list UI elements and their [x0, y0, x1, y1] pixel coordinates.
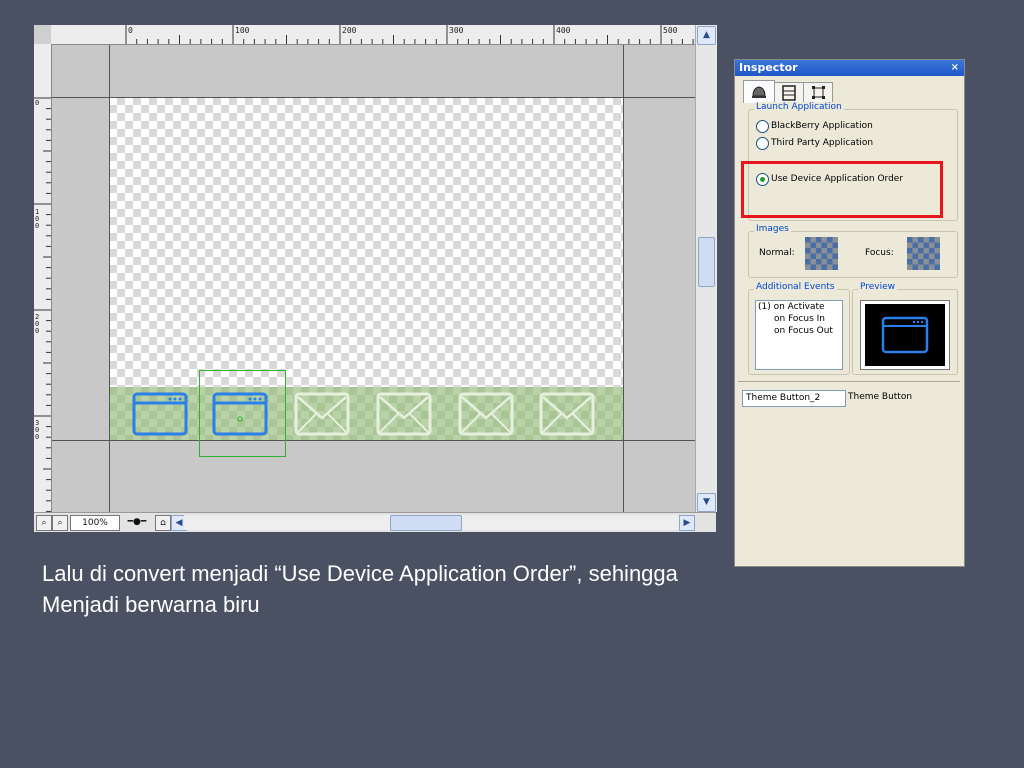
- inspector-title: Inspector: [739, 61, 798, 74]
- close-icon[interactable]: ×: [951, 60, 959, 76]
- selection-box[interactable]: [199, 370, 286, 457]
- focus-image-thumbnail[interactable]: [907, 237, 940, 270]
- highlight-annotation-box: [741, 161, 943, 218]
- list-item[interactable]: on Focus Out: [756, 325, 842, 337]
- radio-button[interactable]: [756, 120, 769, 133]
- normal-image-label: Normal:: [759, 248, 795, 258]
- slider-knob-icon: ━●━: [127, 517, 147, 527]
- chevron-up-icon: ▲: [703, 30, 710, 40]
- zoom-in-button[interactable]: ⌕: [36, 515, 52, 531]
- vertical-scroll-thumb[interactable]: [698, 237, 715, 287]
- focus-image-label: Focus:: [865, 248, 894, 258]
- chevron-down-icon: ▼: [703, 497, 710, 507]
- vertical-ruler: 0 100 200 300: [34, 44, 52, 512]
- normal-image-thumbnail[interactable]: [805, 237, 838, 270]
- transparent-background-area: [109, 97, 623, 387]
- chevron-left-icon: ◀: [175, 518, 183, 528]
- additional-events-legend: Additional Events: [754, 282, 837, 292]
- slide-caption: Lalu di convert menjadi “Use Device Appl…: [42, 558, 802, 620]
- ruler-ticks: [125, 25, 694, 44]
- caption-line-1: Lalu di convert menjadi “Use Device Appl…: [42, 561, 678, 586]
- envelope-icon[interactable]: [539, 392, 595, 436]
- onion-skin-slider[interactable]: ━●━: [122, 515, 152, 529]
- application-icon[interactable]: [132, 392, 188, 436]
- inspector-panel: Inspector × Launch Application BlackBerr…: [734, 59, 965, 567]
- design-canvas[interactable]: [52, 45, 695, 512]
- tab-transform[interactable]: [803, 82, 833, 103]
- images-group: Images Normal: Focus:: [748, 224, 958, 278]
- list-item[interactable]: on Focus In: [756, 313, 842, 325]
- ruler-label-200: 200: [342, 26, 357, 35]
- guide-line-horizontal[interactable]: [52, 440, 695, 441]
- envelope-icon[interactable]: [458, 392, 514, 436]
- layout-editor-window: 0 100 200 300 400 500 0 100 200 300 ▲ ▼ …: [34, 25, 717, 532]
- envelope-icon[interactable]: [294, 392, 350, 436]
- transform-icon: [812, 86, 825, 99]
- film-icon: [782, 85, 796, 101]
- images-legend: Images: [754, 224, 791, 234]
- radio-label: BlackBerry Application: [771, 121, 873, 131]
- radio-label: Third Party Application: [771, 138, 874, 148]
- object-name-input[interactable]: Theme Button_2: [742, 390, 846, 407]
- list-item[interactable]: (1) on Activate: [756, 301, 842, 313]
- caption-line-2: Menjadi berwarna biru: [42, 592, 260, 617]
- scroll-up-button[interactable]: ▲: [697, 26, 716, 45]
- application-icon: [881, 316, 929, 354]
- ruler-label-100: 100: [235, 26, 250, 35]
- horizontal-scrollbar[interactable]: [184, 515, 695, 531]
- horizontal-scroll-thumb[interactable]: [390, 515, 462, 531]
- vruler-label-200: 200: [35, 313, 40, 335]
- vruler-label-0: 0: [35, 99, 40, 107]
- envelope-icon[interactable]: [376, 392, 432, 436]
- guide-line-vertical[interactable]: [109, 45, 110, 512]
- magnifier-icon: ⌕: [57, 518, 63, 528]
- tab-properties[interactable]: [743, 80, 775, 103]
- editor-status-bar: ⌕ ⌕ 100% ━●━ ⌂ ◀ ▶: [34, 512, 716, 532]
- scroll-down-button[interactable]: ▼: [697, 493, 716, 512]
- vruler-label-300: 300: [35, 419, 40, 441]
- ruler-label-500: 500: [663, 26, 678, 35]
- events-list[interactable]: (1) on Activate on Focus In on Focus Out: [755, 300, 843, 370]
- bell-icon: [752, 86, 766, 98]
- launch-application-legend: Launch Application: [754, 102, 844, 112]
- chevron-right-icon: ▶: [683, 518, 691, 528]
- magnifier-icon: ⌕: [41, 518, 47, 528]
- horizontal-ruler: 0 100 200 300 400 500: [51, 25, 695, 45]
- guide-line-horizontal[interactable]: [52, 97, 695, 98]
- icon-strip: [109, 387, 623, 441]
- preview-canvas: [865, 304, 945, 366]
- zoom-level-field[interactable]: 100%: [70, 515, 120, 531]
- radio-button[interactable]: [756, 137, 769, 150]
- ruler-label-300: 300: [449, 26, 464, 35]
- ruler-ticks-vertical: [34, 97, 51, 512]
- preview-group: Preview: [852, 282, 958, 375]
- ruler-label-400: 400: [556, 26, 571, 35]
- zoom-out-button[interactable]: ⌕: [52, 515, 68, 531]
- preview-frame: [860, 300, 950, 370]
- inspector-title-bar[interactable]: Inspector ×: [735, 60, 964, 76]
- vruler-label-100: 100: [35, 208, 40, 230]
- ruler-label-0: 0: [128, 26, 133, 35]
- home-button[interactable]: ⌂: [155, 515, 171, 531]
- vertical-scrollbar[interactable]: ▲ ▼: [695, 25, 717, 512]
- additional-events-group: Additional Events (1) on Activate on Foc…: [748, 282, 850, 375]
- guide-line-vertical[interactable]: [623, 45, 624, 512]
- preview-legend: Preview: [858, 282, 898, 292]
- home-icon: ⌂: [160, 518, 166, 528]
- divider: [738, 381, 960, 382]
- scroll-right-button[interactable]: ▶: [679, 515, 695, 531]
- object-type-label: Theme Button: [848, 392, 913, 402]
- tab-filmstrip[interactable]: [774, 82, 804, 103]
